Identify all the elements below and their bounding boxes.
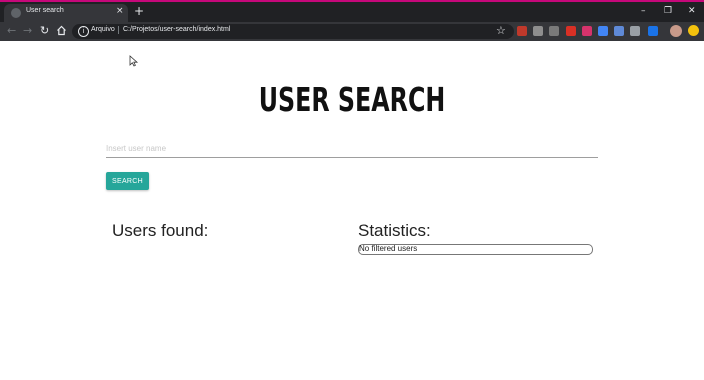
back-icon[interactable]: ← bbox=[7, 25, 16, 37]
reload-icon[interactable]: ↻ bbox=[40, 25, 49, 37]
url-text[interactable]: C:/Projetos/user-search/index.html bbox=[123, 26, 230, 33]
bookmark-star-icon[interactable]: ☆ bbox=[496, 24, 506, 37]
ext-gray-icon[interactable] bbox=[549, 26, 559, 36]
home-icon[interactable] bbox=[56, 25, 67, 39]
close-tab-icon[interactable]: × bbox=[116, 6, 124, 16]
search-button[interactable]: SEARCH bbox=[106, 172, 149, 190]
url-separator: | bbox=[117, 25, 120, 34]
page-title: USER SEARCH bbox=[258, 80, 446, 119]
close-window-icon[interactable]: ✕ bbox=[688, 6, 696, 16]
ext-blue-icon[interactable] bbox=[598, 26, 608, 36]
browser-toolbar: ← → ↻ i Arquivo | C:/Projetos/user-searc… bbox=[0, 22, 704, 41]
extension-dot-icon[interactable] bbox=[688, 25, 699, 36]
tab-strip: User search × + – ❐ ✕ bbox=[0, 2, 704, 22]
new-tab-icon[interactable]: + bbox=[134, 5, 144, 17]
info-icon[interactable]: i bbox=[78, 26, 89, 37]
statistics-panel: No filtered users bbox=[358, 244, 593, 255]
ext-k-icon[interactable] bbox=[517, 26, 527, 36]
tab-user-search[interactable]: User search × bbox=[4, 4, 128, 22]
restore-icon[interactable]: ❐ bbox=[664, 6, 672, 16]
address-bar[interactable]: i Arquivo | C:/Projetos/user-search/inde… bbox=[72, 24, 514, 39]
ext-pin-icon[interactable] bbox=[533, 26, 543, 36]
statistics-heading: Statistics: bbox=[358, 221, 431, 240]
ext-puzzle-icon[interactable] bbox=[648, 26, 658, 36]
url-scheme: Arquivo bbox=[91, 26, 115, 33]
globe-icon bbox=[11, 8, 21, 18]
ext-red-icon[interactable] bbox=[566, 26, 576, 36]
tab-title: User search bbox=[26, 7, 64, 14]
profile-avatar[interactable] bbox=[670, 25, 682, 37]
minimize-icon[interactable]: – bbox=[641, 6, 646, 16]
users-found-heading: Users found: bbox=[112, 221, 209, 240]
ext-translate-icon[interactable] bbox=[614, 26, 624, 36]
mouse-cursor-icon bbox=[129, 55, 139, 67]
forward-icon[interactable]: → bbox=[23, 25, 32, 37]
ext-pink-icon[interactable] bbox=[582, 26, 592, 36]
search-input[interactable] bbox=[106, 139, 598, 158]
statistics-empty-text: No filtered users bbox=[359, 244, 418, 253]
